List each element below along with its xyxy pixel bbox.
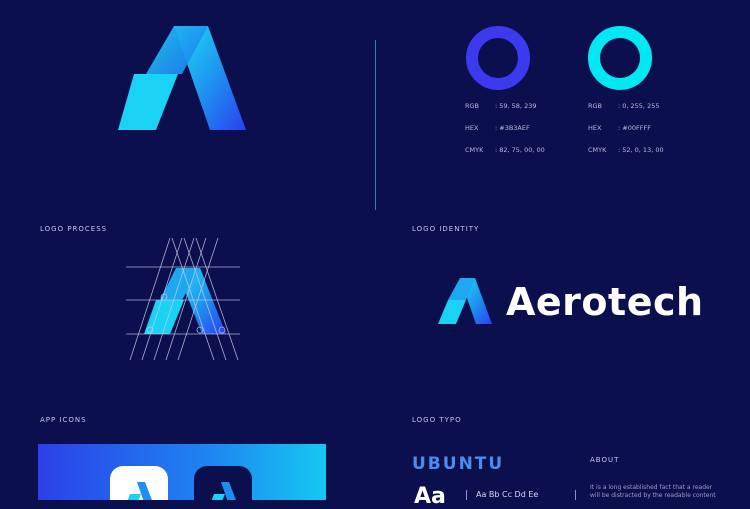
color-spec-cyan: RGB : 0, 255, 255 HEX : #00FFFF CMYK : 52, … [588, 102, 664, 168]
section-label-logo-process: LOGO PROCESS [40, 225, 108, 233]
hex-label: HEX [465, 124, 479, 132]
main-logo-mark-icon [118, 26, 246, 130]
type-specimen-large: Aa [414, 484, 446, 509]
section-label-app-icons: APP ICONS [40, 416, 87, 424]
about-text: It is a long established fact that a rea… [590, 484, 716, 500]
cmyk-value: : 52, 0, 13, 00 [618, 146, 664, 154]
app-icon-light [110, 466, 168, 500]
about-text-line-1: It is a long established fact that a rea… [590, 484, 713, 491]
color-swatch-cyan-ring [588, 26, 652, 90]
section-label-logo-identity: LOGO IDENTITY [412, 225, 480, 233]
cmyk-label: CMYK [588, 146, 607, 154]
logo-construction-grid [126, 237, 240, 361]
type-specimen-row: Aa Bb Cc Dd Ee [476, 490, 539, 499]
hex-value: : #00FFFF [618, 124, 651, 132]
app-icon-dark [194, 466, 252, 500]
identity-logo-mark-icon [438, 278, 492, 324]
typo-divider [466, 490, 467, 500]
color-swatch-blue-ring [466, 26, 530, 90]
cmyk-label: CMYK [465, 146, 484, 154]
hex-label: HEX [588, 124, 602, 132]
rgb-label: RGB [588, 102, 603, 110]
color-spec-blue: RGB : 59, 58, 239 HEX : #3B3AEF CMYK : 82, … [465, 102, 545, 168]
about-divider [575, 490, 576, 500]
vertical-divider [375, 40, 376, 210]
cmyk-value: : 82, 75, 00, 00 [495, 146, 545, 154]
hex-value: : #3B3AEF [495, 124, 530, 132]
app-icon-light-logo-icon [127, 482, 152, 500]
app-icons-panel [38, 444, 326, 500]
rgb-label: RGB [465, 102, 480, 110]
section-label-logo-typo: LOGO TYPO [412, 416, 462, 424]
typeface-name: UBUNTU [412, 454, 505, 474]
about-text-line-2: will be distracted by the readable conte… [590, 492, 716, 499]
brand-wordmark: Aerotech [506, 280, 704, 324]
app-icon-dark-logo-icon [211, 482, 236, 500]
section-label-about: ABOUT [590, 456, 620, 464]
rgb-value: : 59, 58, 239 [495, 102, 537, 110]
rgb-value: : 0, 255, 255 [618, 102, 660, 110]
